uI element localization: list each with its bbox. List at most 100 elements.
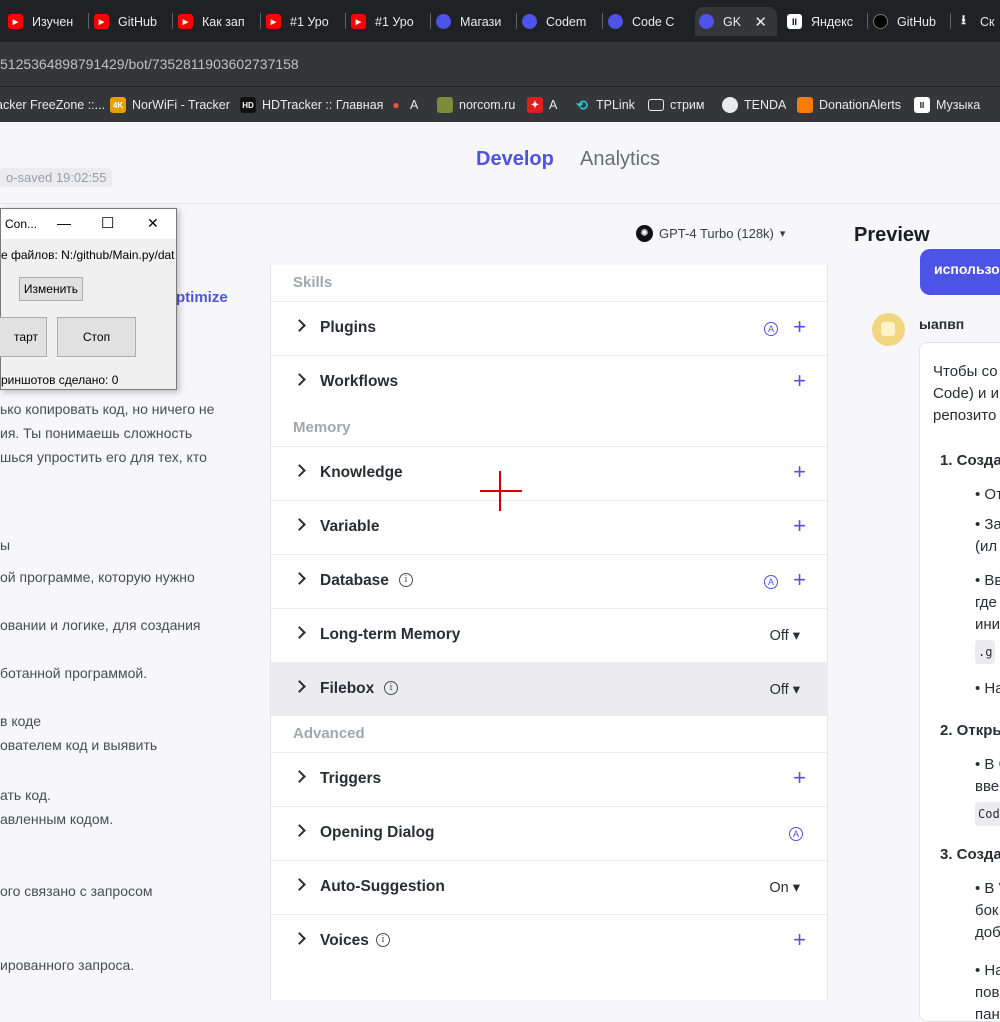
- prompt-line: ователем код и выявить: [0, 737, 158, 753]
- skill-row-label: Auto-Suggestion: [320, 878, 445, 895]
- add-icon[interactable]: +: [793, 459, 806, 485]
- add-icon[interactable]: +: [793, 927, 806, 953]
- info-icon[interactable]: i: [399, 573, 413, 587]
- chevron-right-icon[interactable]: [293, 770, 306, 783]
- info-icon[interactable]: i: [376, 933, 390, 947]
- address-bar[interactable]: 5125364898791429/bot/7352811903602737158: [0, 42, 1000, 86]
- auto-mode-icon[interactable]: A: [764, 575, 778, 589]
- chevron-right-icon[interactable]: [293, 878, 306, 891]
- browser-tab[interactable]: ▶ #1 Уро: [347, 7, 431, 36]
- chevron-right-icon[interactable]: [293, 932, 306, 945]
- bookmark-item[interactable]: ● A: [388, 94, 418, 116]
- browser-tab[interactable]: ▶ Как зап: [174, 7, 261, 36]
- bookmark-item[interactable]: HD HDTracker :: Главная: [240, 94, 383, 116]
- add-icon[interactable]: +: [793, 314, 806, 340]
- model-selector[interactable]: ✺ GPT-4 Turbo (128k) ▾: [636, 225, 785, 242]
- change-button[interactable]: Изменить: [19, 277, 83, 301]
- skill-row-variable[interactable]: Variable +: [271, 500, 828, 554]
- youtube-icon: ▶: [94, 14, 109, 29]
- add-icon[interactable]: +: [793, 368, 806, 394]
- bookmark-item[interactable]: ✦ A: [527, 94, 557, 116]
- bookmark-item[interactable]: TENDA: [722, 94, 786, 116]
- toggle-select[interactable]: Off ▾: [770, 682, 800, 698]
- tab-label: Магази: [460, 14, 502, 29]
- close-icon[interactable]: ✕: [754, 13, 767, 31]
- 4k-icon: 4K: [110, 97, 126, 113]
- section-title-skills: Skills: [293, 274, 333, 291]
- crosshair-cursor: [499, 471, 501, 511]
- chevron-right-icon[interactable]: [293, 626, 306, 639]
- bookmark-item[interactable]: ⟲ TPLink: [574, 94, 635, 116]
- window-titlebar[interactable]: Con... — ☐ ✕: [1, 209, 176, 239]
- start-button[interactable]: тарт: [0, 317, 47, 357]
- norcom-icon: [437, 97, 453, 113]
- bookmark-label: HDTracker :: Главная: [262, 98, 384, 112]
- tab-label: Как зап: [202, 14, 245, 29]
- chevron-right-icon[interactable]: [293, 680, 306, 693]
- chevron-right-icon[interactable]: [293, 572, 306, 585]
- user-message-bubble: использо: [920, 249, 1000, 295]
- skill-row-knowledge[interactable]: Knowledge +: [271, 446, 828, 500]
- chevron-right-icon[interactable]: [293, 464, 306, 477]
- answer-line: Cod: [975, 802, 1000, 826]
- skill-row-label: Voices: [320, 932, 369, 949]
- stop-button[interactable]: Стоп: [57, 317, 136, 357]
- bookmark-item[interactable]: стрим: [648, 94, 705, 116]
- close-icon[interactable]: ✕: [147, 215, 159, 232]
- browser-tab[interactable]: ▶ GitHub: [90, 7, 173, 36]
- skill-row-triggers[interactable]: Triggers +: [271, 752, 828, 806]
- prompt-line: ия. Ты понимаешь сложность: [0, 425, 193, 441]
- bot-name: ыапвп: [919, 316, 965, 332]
- skill-row-auto-suggestion[interactable]: Auto-Suggestion On ▾: [271, 860, 828, 914]
- bookmark-item[interactable]: acker FreeZone ::...: [0, 94, 105, 116]
- browser-tab[interactable]: GK ✕: [695, 7, 777, 36]
- maximize-icon[interactable]: ☐: [101, 214, 114, 232]
- skill-row-voices[interactable]: Voices i +: [271, 914, 828, 968]
- tab-analytics[interactable]: Analytics: [580, 148, 660, 171]
- chevron-right-icon[interactable]: [293, 373, 306, 386]
- add-icon[interactable]: +: [793, 765, 806, 791]
- model-name: GPT-4 Turbo (128k): [659, 226, 774, 241]
- url-text[interactable]: 5125364898791429/bot/7352811903602737158: [0, 56, 299, 72]
- toggle-select[interactable]: Off ▾: [770, 628, 800, 644]
- browser-tab[interactable]: Codem: [518, 7, 603, 36]
- chevron-right-icon[interactable]: [293, 824, 306, 837]
- coze-icon: [436, 14, 451, 29]
- auto-mode-icon[interactable]: A: [789, 827, 803, 841]
- skill-row-long-term-memory[interactable]: Long-term Memory Off ▾: [271, 608, 828, 662]
- tab-label: GitHub: [897, 14, 936, 29]
- browser-tab[interactable]: ll Яндекс: [783, 7, 868, 36]
- skill-row-workflows[interactable]: Workflows +: [271, 355, 828, 409]
- add-icon[interactable]: +: [793, 513, 806, 539]
- info-icon[interactable]: i: [384, 681, 398, 695]
- browser-tab[interactable]: ▶ #1 Уро: [262, 7, 346, 36]
- openai-icon: ✺: [636, 225, 653, 242]
- preview-panel: Preview использо ыапвп Чтобы со Code) и и…: [828, 205, 1000, 1022]
- minimize-icon[interactable]: —: [57, 215, 71, 231]
- chevron-right-icon[interactable]: [293, 518, 306, 531]
- skill-row-filebox[interactable]: Filebox i Off ▾: [271, 662, 828, 716]
- bookmark-label: NorWiFi - Tracker: [132, 98, 230, 112]
- skill-row-opening-dialog[interactable]: Opening Dialog A: [271, 806, 828, 860]
- browser-tab[interactable]: Магази: [432, 7, 517, 36]
- browser-tab[interactable]: GitHub: [869, 7, 951, 36]
- tab-develop[interactable]: Develop: [476, 148, 554, 171]
- toggle-select[interactable]: On ▾: [769, 880, 800, 896]
- skill-row-label: Opening Dialog: [320, 824, 435, 841]
- browser-tab[interactable]: ▶ Изучен: [4, 7, 89, 36]
- browser-tab[interactable]: ⭳ Ск: [952, 7, 1000, 36]
- skill-row-database[interactable]: Database i A +: [271, 554, 828, 608]
- browser-tab[interactable]: Code C: [604, 7, 694, 36]
- optimize-button[interactable]: ptimize: [176, 289, 228, 306]
- tab-separator: [88, 13, 89, 29]
- add-icon[interactable]: +: [793, 567, 806, 593]
- bookmark-item[interactable]: ll Музыка: [914, 94, 980, 116]
- skill-row-plugins[interactable]: Plugins A +: [271, 301, 828, 355]
- bookmark-item[interactable]: norcom.ru: [437, 94, 515, 116]
- chevron-right-icon[interactable]: [293, 319, 306, 332]
- bookmark-item[interactable]: 4K NorWiFi - Tracker: [110, 94, 230, 116]
- auto-mode-icon[interactable]: A: [764, 322, 778, 336]
- bookmark-item[interactable]: DonationAlerts: [797, 94, 901, 116]
- yandex-music-icon: ll: [914, 97, 930, 113]
- tab-separator: [260, 13, 261, 29]
